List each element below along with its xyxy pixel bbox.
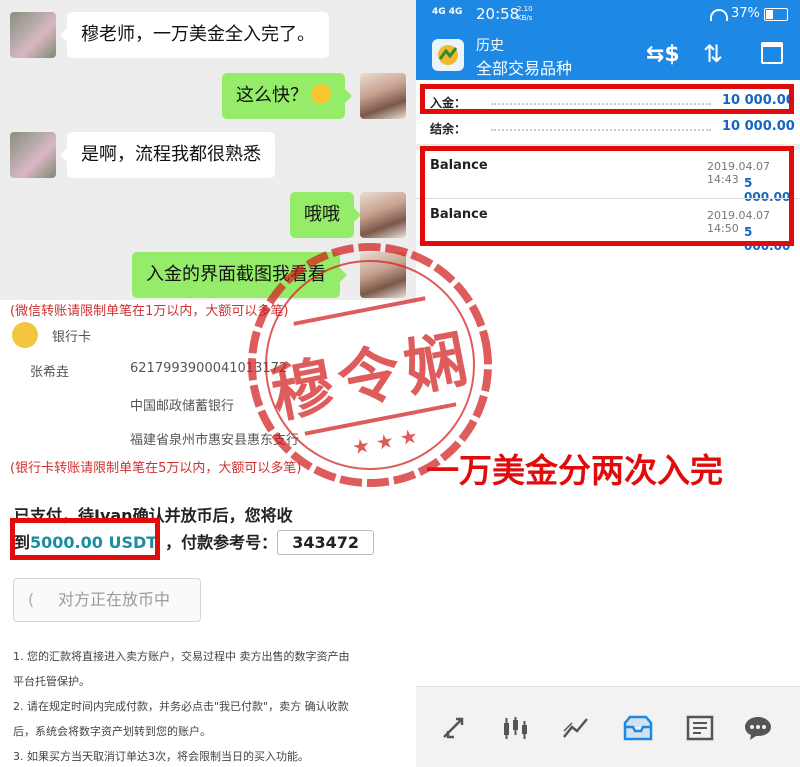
- app-logo-icon[interactable]: [432, 39, 464, 71]
- bank-branch: 福建省泉州市惠安县惠东支行: [130, 433, 300, 448]
- bank-limit-note: (银行卡转账请限制单笔在5万以内，大额可以多笔): [10, 461, 302, 476]
- reference-number[interactable]: 343472: [277, 530, 374, 555]
- bank-name: 中国邮政储蓄银行: [130, 399, 235, 414]
- sort-icon[interactable]: ⇅: [703, 40, 723, 68]
- chat-message[interactable]: 入金的界面截图我看看: [132, 252, 347, 298]
- chat-message-text: 这么快？: [236, 85, 308, 106]
- page-subtitle[interactable]: 全部交易品种: [476, 55, 572, 79]
- page-title: 历史: [476, 38, 504, 54]
- status-bar: 4G 4G 20:58 2.10 KB/s 37%: [416, 0, 800, 30]
- calendar-icon[interactable]: [761, 42, 783, 64]
- history-inbox-icon[interactable]: [623, 715, 653, 741]
- note-line: 平台托管保护。: [13, 675, 90, 688]
- note-line: 1. 您的汇款将直接进入卖方账户，交易过程中 卖方出售的数字资产由: [13, 650, 350, 663]
- currency-swap-icon[interactable]: ⇆$: [646, 42, 680, 67]
- app-header: 历史 全部交易品种 ⇆$ ⇅: [416, 30, 800, 80]
- balance-value: 10 000.00: [722, 119, 795, 134]
- avatar[interactable]: [10, 132, 56, 178]
- bank-card-label: 银行卡: [52, 330, 92, 345]
- payment-notes: 1. 您的汇款将直接进入卖方账户，交易过程中 卖方出售的数字资产由 平台托管保护…: [13, 644, 409, 766]
- candlestick-chart-icon[interactable]: [500, 715, 530, 741]
- news-icon[interactable]: [685, 715, 715, 741]
- payment-panel: (微信转账请限制单笔在1万以内，大额可以多笔) 银行卡 张希垚 62179939…: [0, 300, 416, 766]
- amount-highlight-box: [10, 518, 160, 560]
- deposit-highlight-box: [420, 84, 794, 114]
- chat-icon[interactable]: [743, 715, 773, 741]
- chat-panel: 穆老师，一万美金全入完了。 这么快？ 是啊，流程我都很熟悉 哦哦 入金的界面截图…: [0, 0, 416, 300]
- entries-highlight-box: [420, 146, 794, 246]
- thinking-emoji-icon: [311, 84, 331, 104]
- caption-overlay: 一万美金分两次入完: [426, 451, 723, 490]
- account-number: 6217993900041013172: [130, 361, 288, 376]
- reference-label: ，付款参考号：: [165, 533, 278, 552]
- chat-message[interactable]: 穆老师，一万美金全入完了。: [60, 12, 329, 58]
- chat-message[interactable]: 哦哦: [290, 192, 361, 238]
- balance-label: 结余：: [430, 122, 467, 136]
- payee-name: 张希垚: [30, 365, 70, 380]
- quotes-arrows-icon[interactable]: [440, 715, 470, 741]
- trade-chart-icon[interactable]: [561, 715, 591, 741]
- releasing-coin-label: 对方正在放币中: [58, 590, 171, 609]
- chat-message[interactable]: 是啊，流程我都很熟悉: [60, 132, 275, 178]
- dotted-leader: [491, 129, 711, 131]
- avatar[interactable]: [360, 192, 406, 238]
- wifi-icon: [710, 9, 728, 21]
- bank-card-icon: [12, 322, 38, 348]
- releasing-coin-button[interactable]: ( 对方正在放币中: [13, 578, 201, 622]
- avatar[interactable]: [10, 12, 56, 58]
- signal-indicator: 4G 4G: [432, 7, 463, 17]
- note-line: 3. 如果买方当天取消订单达3次，将会限制当日的买入功能。: [13, 750, 309, 763]
- avatar[interactable]: [360, 252, 406, 298]
- bottom-navigation: [416, 686, 800, 767]
- battery-icon: [764, 8, 788, 21]
- network-speed: 2.10 KB/s: [517, 5, 533, 22]
- wechat-limit-note: (微信转账请限制单笔在1万以内，大额可以多笔): [10, 304, 289, 319]
- note-line: 后，系统会将数字资产划转到您的账户。: [13, 725, 211, 738]
- battery-percent: 37%: [731, 6, 760, 21]
- avatar[interactable]: [360, 73, 406, 119]
- chat-message[interactable]: 这么快？: [222, 73, 352, 119]
- note-line: 2. 请在规定时间内完成付款，并务必点击"我已付款"，卖方 确认收款: [13, 700, 349, 713]
- clock: 20:58: [476, 5, 520, 23]
- loading-spinner-icon: (: [28, 590, 35, 609]
